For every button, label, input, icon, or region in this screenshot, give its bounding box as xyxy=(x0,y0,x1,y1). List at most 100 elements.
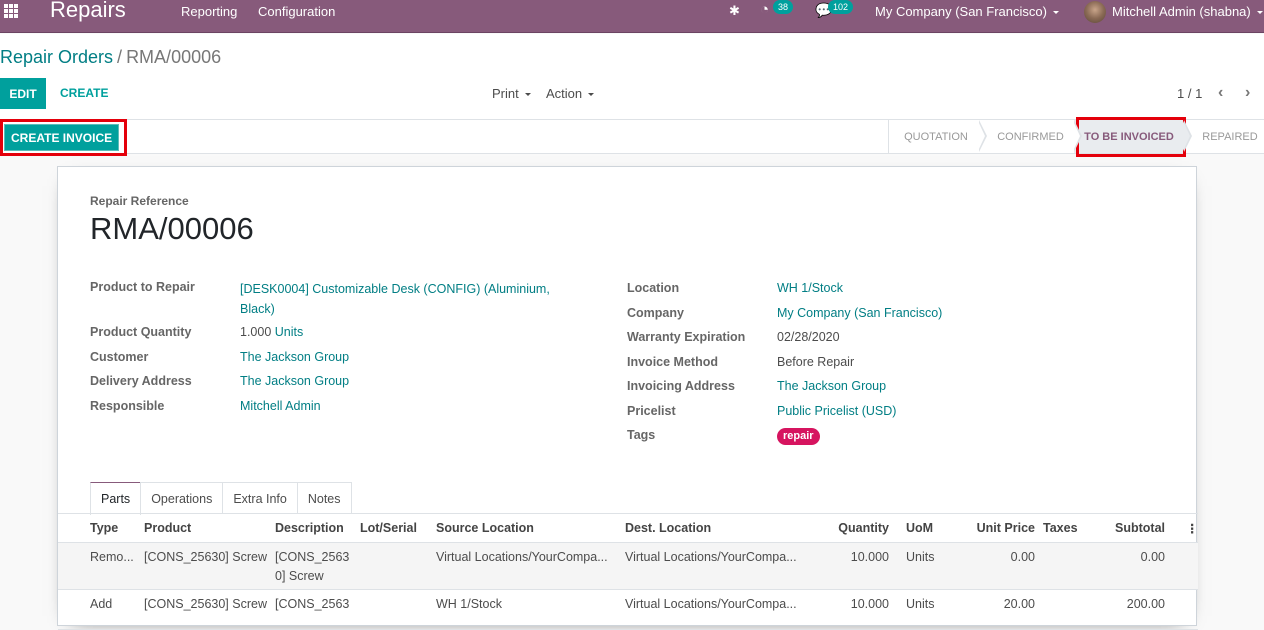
column-header-type[interactable]: Type xyxy=(90,521,118,535)
responsible-link[interactable]: Mitchell Admin xyxy=(240,399,321,413)
debug-bug-icon[interactable]: ✱ xyxy=(729,3,740,19)
field-label: Delivery Address xyxy=(90,374,192,388)
pricelist-link[interactable]: Public Pricelist (USD) xyxy=(777,404,896,418)
cell-uom: Units xyxy=(906,597,935,611)
stage-arrow xyxy=(1183,120,1192,152)
field-label: Tags xyxy=(627,428,656,442)
column-header-dest-location[interactable]: Dest. Location xyxy=(625,521,711,535)
create-invoice-button[interactable]: CREATE INVOICE xyxy=(4,124,120,151)
activity-clock-icon[interactable]: ◔ xyxy=(760,1,769,18)
print-dropdown[interactable]: Print xyxy=(492,86,531,101)
user-menu[interactable]: Mitchell Admin (shabna) xyxy=(1112,4,1263,19)
app-title[interactable]: Repairs xyxy=(50,0,126,23)
field-label: Warranty Expiration xyxy=(627,330,746,344)
stage-label: QUOTATION xyxy=(904,130,968,143)
stage-confirmed[interactable]: CONFIRMED xyxy=(979,120,1082,153)
stage-to-be-invoiced[interactable]: TO BE INVOICED xyxy=(1074,120,1192,153)
optional-columns-kebab-icon[interactable]: ⋮ xyxy=(1186,521,1199,536)
caret-down-icon xyxy=(1256,11,1263,15)
cell-unit-price: 20.00 xyxy=(1003,597,1035,611)
parts-table: Type Product Description Lot/Serial Sour… xyxy=(58,514,1199,630)
repair-reference-label: Repair Reference xyxy=(90,194,189,208)
pager-value[interactable]: 1 / 1 xyxy=(1177,86,1202,101)
company-name: My Company (San Francisco) xyxy=(875,4,1047,19)
invoicing-address-link[interactable]: The Jackson Group xyxy=(777,379,886,393)
quantity-uom-link[interactable]: Units xyxy=(275,325,303,339)
edit-button[interactable]: EDIT xyxy=(0,78,46,109)
pager-next-icon[interactable]: › xyxy=(1245,84,1250,102)
tab-operations[interactable]: Operations xyxy=(140,482,224,514)
field-warranty-expiration: Warranty Expiration 02/28/2020 xyxy=(627,330,840,344)
field-label: Invoice Method xyxy=(627,355,718,369)
field-label: Invoicing Address xyxy=(627,379,735,393)
cell-dest-location: Virtual Locations/YourCompa... xyxy=(625,597,797,611)
breadcrumb: Repair Orders / RMA/00006 xyxy=(0,47,221,68)
quantity-value: 1.000 xyxy=(240,325,272,339)
cell-product: [CONS_25630] Screw xyxy=(144,597,267,611)
product-to-repair-link[interactable]: [DESK0004] Customizable Desk (CONFIG) (A… xyxy=(240,279,550,319)
location-link[interactable]: WH 1/Stock xyxy=(777,281,843,295)
tab-parts[interactable]: Parts xyxy=(90,482,142,515)
cell-source-location: WH 1/Stock xyxy=(436,597,502,611)
customer-link[interactable]: The Jackson Group xyxy=(240,350,349,364)
message-count-badge: 102 xyxy=(828,0,854,14)
product-line-2: Black) xyxy=(240,302,275,316)
column-header-uom[interactable]: UoM xyxy=(906,521,933,535)
product-line-1: [DESK0004] Customizable Desk (CONFIG) (A… xyxy=(240,282,550,296)
tags-value: repair xyxy=(777,428,820,445)
stage-label: REPAIRED xyxy=(1202,130,1258,143)
column-header-quantity[interactable]: Quantity xyxy=(818,521,889,535)
stage-label: TO BE INVOICED xyxy=(1084,130,1174,143)
table-row[interactable]: Add [CONS_25630] Screw [CONS_2563 WH 1/S… xyxy=(58,590,1198,630)
top-navbar: Repairs Reporting Configuration ✱ ◔ 38 💬… xyxy=(0,0,1264,33)
column-header-description[interactable]: Description xyxy=(275,521,344,535)
table-row[interactable]: Remo... [CONS_25630] Screw [CONS_25630] … xyxy=(58,543,1198,590)
cell-type: Add xyxy=(90,597,113,611)
column-header-subtotal[interactable]: Subtotal xyxy=(1088,521,1165,535)
field-invoicing-address: Invoicing Address The Jackson Group xyxy=(627,379,886,393)
print-label: Print xyxy=(492,86,519,101)
breadcrumb-repair-orders[interactable]: Repair Orders xyxy=(0,47,113,67)
table-header: Type Product Description Lot/Serial Sour… xyxy=(58,514,1199,543)
cell-description: [CONS_2563 xyxy=(275,597,350,611)
menu-configuration[interactable]: Configuration xyxy=(258,4,335,19)
cell-uom: Units xyxy=(906,550,935,564)
invoice-method-value: Before Repair xyxy=(777,355,855,369)
cell-quantity: 10.000 xyxy=(850,597,889,611)
cell-description: [CONS_25630] Screw xyxy=(275,550,350,583)
cell-subtotal: 200.00 xyxy=(1126,597,1165,611)
tab-notes[interactable]: Notes xyxy=(296,482,352,514)
cell-dest-location: Virtual Locations/YourCompa... xyxy=(625,550,797,564)
field-customer: Customer The Jackson Group xyxy=(90,350,349,364)
menu-reporting[interactable]: Reporting xyxy=(181,4,237,19)
column-header-source-location[interactable]: Source Location xyxy=(436,521,534,535)
status-bar: CREATE INVOICE QUOTATION CONFIRMED TO BE… xyxy=(0,120,1264,154)
apps-menu-icon[interactable] xyxy=(0,0,22,22)
action-dropdown[interactable]: Action xyxy=(546,86,595,101)
caret-down-icon xyxy=(588,93,595,97)
stage-repaired[interactable]: REPAIRED xyxy=(1184,120,1264,153)
column-header-lot-serial[interactable]: Lot/Serial xyxy=(360,521,417,535)
column-header-product[interactable]: Product xyxy=(144,521,191,535)
field-value: 1.000 Units xyxy=(240,325,303,339)
field-delivery-address: Delivery Address The Jackson Group xyxy=(90,374,349,388)
create-button[interactable]: CREATE xyxy=(60,86,108,100)
breadcrumb-separator: / xyxy=(117,47,123,67)
column-header-unit-price[interactable]: Unit Price xyxy=(948,521,1035,535)
breadcrumb-current: RMA/00006 xyxy=(126,47,222,67)
tag-repair[interactable]: repair xyxy=(777,428,820,445)
column-header-taxes[interactable]: Taxes xyxy=(1043,521,1078,535)
cell-type: Remo... xyxy=(90,550,134,564)
tab-extra-info[interactable]: Extra Info xyxy=(222,482,298,514)
stage-quotation[interactable]: QUOTATION xyxy=(889,120,987,153)
pager-previous-icon[interactable]: ‹ xyxy=(1218,84,1223,102)
delivery-address-link[interactable]: The Jackson Group xyxy=(240,374,349,388)
company-switcher[interactable]: My Company (San Francisco) xyxy=(875,4,1059,19)
company-link[interactable]: My Company (San Francisco) xyxy=(777,306,942,320)
field-label: Responsible xyxy=(90,399,165,413)
cell-source-location: Virtual Locations/YourCompa... xyxy=(436,550,608,564)
warranty-expiration-value: 02/28/2020 xyxy=(777,330,840,344)
field-pricelist: Pricelist Public Pricelist (USD) xyxy=(627,404,896,418)
field-label: Location xyxy=(627,281,680,295)
user-avatar[interactable] xyxy=(1084,1,1106,23)
